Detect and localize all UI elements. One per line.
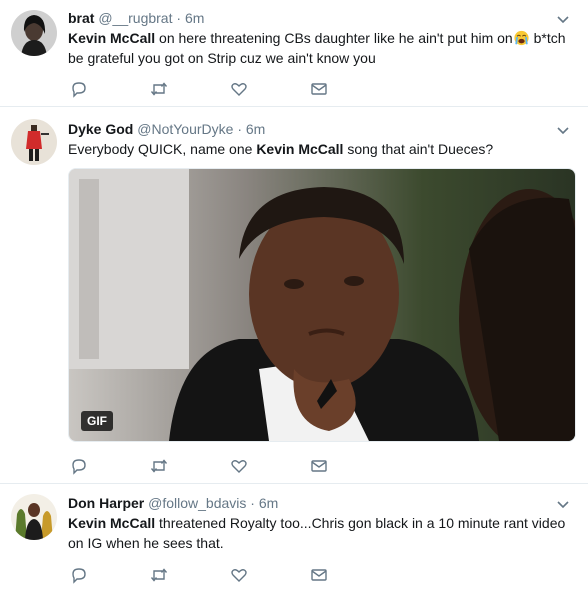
retweet-icon[interactable]: [150, 80, 168, 98]
avatar[interactable]: [11, 119, 57, 165]
like-icon[interactable]: [230, 566, 248, 584]
timestamp[interactable]: 6m: [259, 495, 278, 511]
chevron-down-icon[interactable]: [556, 498, 570, 512]
timestamp[interactable]: 6m: [246, 121, 265, 137]
direct-message-icon[interactable]: [310, 80, 328, 98]
gif-badge: GIF: [81, 411, 113, 431]
mention[interactable]: Kevin McCall: [68, 515, 155, 531]
chevron-down-icon[interactable]: [556, 124, 570, 138]
separator: ·: [176, 10, 182, 26]
reply-icon[interactable]: [70, 457, 88, 475]
user-handle[interactable]: @NotYourDyke: [137, 121, 233, 137]
gif-media[interactable]: GIF: [68, 168, 576, 442]
chevron-down-icon[interactable]: [556, 13, 570, 27]
mention[interactable]: Kevin McCall: [68, 30, 155, 46]
separator: ·: [250, 495, 255, 511]
separator: ·: [237, 121, 242, 137]
tweet-text: Kevin McCall on here threatening CBs dau…: [68, 30, 566, 66]
display-name[interactable]: Dyke God: [68, 121, 133, 137]
tweet[interactable]: Dyke God @NotYourDyke · 6m Everybody QUI…: [0, 107, 588, 483]
timestamp[interactable]: 6m: [185, 10, 204, 26]
retweet-icon[interactable]: [150, 566, 168, 584]
mention[interactable]: Kevin McCall: [256, 141, 343, 157]
user-handle[interactable]: @__rugbrat: [98, 10, 172, 26]
tweet-text: Everybody QUICK, name one Kevin McCall s…: [68, 141, 494, 157]
tweet-text: Kevin McCall threatened Royalty too...Ch…: [68, 515, 566, 551]
retweet-icon[interactable]: [150, 457, 168, 475]
gif-image: [69, 169, 575, 441]
display-name[interactable]: Don Harper: [68, 495, 144, 511]
loudly-crying-face-icon: [514, 30, 529, 46]
direct-message-icon[interactable]: [310, 457, 328, 475]
tweet[interactable]: brat @__rugbrat · 6m Kevin McCall on her…: [0, 0, 588, 106]
direct-message-icon[interactable]: [310, 566, 328, 584]
like-icon[interactable]: [230, 457, 248, 475]
reply-icon[interactable]: [70, 80, 88, 98]
avatar[interactable]: [11, 494, 57, 540]
avatar[interactable]: [11, 10, 57, 56]
reply-icon[interactable]: [70, 566, 88, 584]
user-handle[interactable]: @follow_bdavis: [148, 495, 246, 511]
display-name[interactable]: brat: [68, 10, 94, 26]
tweet[interactable]: Don Harper @follow_bdavis · 6m Kevin McC…: [0, 484, 588, 595]
like-icon[interactable]: [230, 80, 248, 98]
